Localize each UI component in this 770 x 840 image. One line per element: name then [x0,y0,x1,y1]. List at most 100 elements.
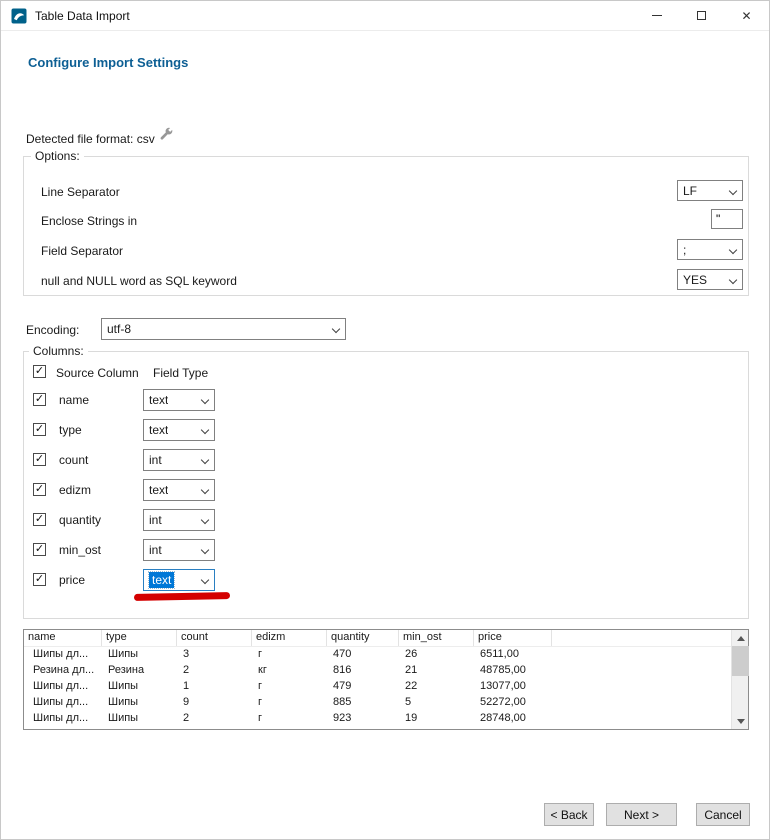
table-cell: 923 [327,711,399,727]
table-cell: 26 [399,647,474,663]
table-cell: 5 [399,695,474,711]
enclose-strings-label: Enclose Strings in [41,214,137,228]
field-type-select-name[interactable]: text [143,389,215,411]
source-column-header: Source Column [56,366,139,380]
preview-content: name type count edizm quantity min_ost p… [24,630,731,729]
table-cell: 52272,00 [474,695,552,711]
table-cell: Шипы [102,695,177,711]
check-icon: ✓ [35,394,44,405]
field-type-select-price[interactable]: text [143,569,215,591]
field-type-select-count[interactable]: int [143,449,215,471]
preview-header-cell: quantity [327,630,399,646]
field-type-header: Field Type [153,366,208,380]
combo-value: text [149,423,168,437]
column-checkbox-edizm[interactable]: ✓ [33,483,46,496]
maximize-button[interactable] [679,1,724,31]
columns-group [23,351,749,619]
field-separator-select[interactable]: ; [677,239,743,260]
table-cell: Резина дл... [24,663,102,679]
preview-header-cell: price [474,630,552,646]
line-separator-label: Line Separator [41,185,120,199]
column-checkbox-min-ost[interactable]: ✓ [33,543,46,556]
encoding-select[interactable]: utf-8 [101,318,346,340]
preview-header-cell: min_ost [399,630,474,646]
window-title: Table Data Import [35,9,130,23]
table-cell: 9 [177,695,252,711]
minimize-button[interactable] [634,1,679,31]
column-label-count: count [59,453,88,467]
arrow-down-icon [737,719,745,724]
line-separator-select[interactable]: LF [677,180,743,201]
field-separator-label: Field Separator [41,244,123,258]
combo-value: YES [683,273,707,287]
table-cell: 2 [177,711,252,727]
field-type-select-min-ost[interactable]: int [143,539,215,561]
field-type-select-quantity[interactable]: int [143,509,215,531]
table-cell: г [252,695,327,711]
chevron-down-icon [201,516,209,524]
table-cell: 2 [177,663,252,679]
table-cell: 28748,00 [474,711,552,727]
preview-header-cell: count [177,630,252,646]
column-checkbox-type[interactable]: ✓ [33,423,46,436]
table-cell: 48785,00 [474,663,552,679]
table-row: Шипы дл... Шипы 2 г 923 19 28748,00 [24,711,731,727]
table-cell: г [252,647,327,663]
combo-value: utf-8 [107,322,131,336]
table-cell: Шипы [102,711,177,727]
scrollbar-down-button[interactable] [732,713,749,729]
app-icon [11,8,27,24]
null-keyword-select[interactable]: YES [677,269,743,290]
maximize-icon [697,11,706,20]
chevron-down-icon [201,396,209,404]
table-cell: Шипы [102,647,177,663]
scrollbar-up-button[interactable] [732,630,749,646]
check-icon: ✓ [35,484,44,495]
table-cell: 19 [399,711,474,727]
column-checkbox-price[interactable]: ✓ [33,573,46,586]
preview-table: name type count edizm quantity min_ost p… [23,629,749,730]
preview-header-cell: type [102,630,177,646]
select-all-checkbox[interactable]: ✓ [33,365,46,378]
page-title: Configure Import Settings [28,55,188,70]
table-cell: 21 [399,663,474,679]
column-checkbox-name[interactable]: ✓ [33,393,46,406]
table-cell: г [252,711,327,727]
scrollbar-thumb[interactable] [732,646,749,676]
back-button[interactable]: < Back [544,803,594,826]
field-type-select-edizm[interactable]: text [143,479,215,501]
check-icon: ✓ [35,366,44,377]
minimize-icon [652,15,662,16]
column-label-type: type [59,423,82,437]
combo-value: text [149,483,168,497]
combo-value: ; [683,243,686,257]
column-checkbox-count[interactable]: ✓ [33,453,46,466]
close-button[interactable]: ✕ [724,1,769,31]
column-label-quantity: quantity [59,513,101,527]
next-button[interactable]: Next > [606,803,677,826]
wrench-icon[interactable] [159,127,174,142]
scrollbar-track[interactable] [731,630,748,729]
table-cell: 1 [177,679,252,695]
table-row: Резина дл... Резина 2 кг 816 21 48785,00 [24,663,731,679]
column-checkbox-quantity[interactable]: ✓ [33,513,46,526]
table-cell: 479 [327,679,399,695]
check-icon: ✓ [35,544,44,555]
preview-header-row: name type count edizm quantity min_ost p… [24,630,731,647]
null-keyword-label: null and NULL word as SQL keyword [41,274,237,288]
enclose-strings-input[interactable] [711,209,743,229]
preview-header-cell: edizm [252,630,327,646]
table-cell: Резина [102,663,177,679]
chevron-down-icon [201,426,209,434]
cancel-button[interactable]: Cancel [696,803,750,826]
chevron-down-icon [201,576,209,584]
table-cell: 6511,00 [474,647,552,663]
table-cell: Шипы дл... [24,695,102,711]
field-type-select-type[interactable]: text [143,419,215,441]
combo-value: int [149,453,162,467]
chevron-down-icon [201,486,209,494]
check-icon: ✓ [35,514,44,525]
caption-buttons: ✕ [634,1,769,31]
title-bar: Table Data Import ✕ [1,1,769,31]
combo-value: LF [683,184,697,198]
